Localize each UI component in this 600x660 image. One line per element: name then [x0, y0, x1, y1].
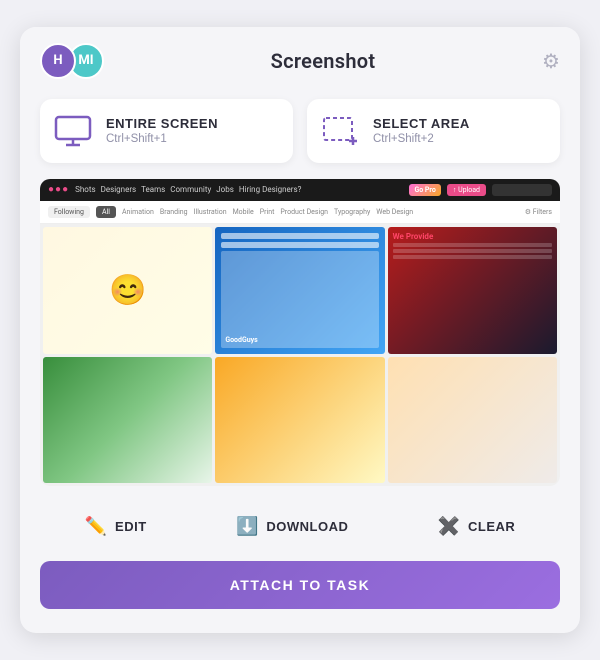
dribbble-gopro-badge: Go Pro: [409, 184, 440, 196]
capture-options: ENTIRE SCREEN Ctrl+Shift+1 SELECT AREA C…: [20, 91, 580, 179]
entire-screen-label-wrap: ENTIRE SCREEN Ctrl+Shift+1: [106, 116, 218, 145]
download-button[interactable]: ⬇️ DOWNLOAD: [226, 510, 358, 543]
dribbble-tab-illustration: Illustration: [194, 208, 227, 216]
dribbble-logo: ●●●: [48, 184, 69, 195]
select-area-label-wrap: SELECT AREA Ctrl+Shift+2: [373, 116, 470, 145]
dribbble-nav-hiring: Hiring Designers?: [239, 185, 302, 194]
dribbble-tab-typography: Typography: [334, 208, 370, 216]
dribbble-cell-4: [43, 357, 212, 484]
select-area-shortcut: Ctrl+Shift+2: [373, 133, 470, 145]
dribbble-search: [492, 184, 552, 196]
dribbble-nav-shots: Shots: [75, 185, 95, 194]
goodguys-label: GoodGuys: [225, 336, 257, 344]
edit-button[interactable]: ✏️ EDIT: [75, 510, 157, 543]
dribbble-nav-community: Community: [170, 185, 211, 194]
dribbble-tab-branding: Branding: [160, 208, 188, 216]
screenshot-preview: ●●● Shots Designers Teams Community Jobs…: [40, 179, 560, 487]
entire-screen-label: ENTIRE SCREEN: [106, 116, 218, 131]
dribbble-navbar: ●●● Shots Designers Teams Community Jobs…: [40, 179, 560, 201]
dribbble-grid: 😊 GoodGuys We Provide: [40, 224, 560, 487]
action-bar: ✏️ EDIT ⬇️ DOWNLOAD ✖️ CLEAR: [20, 500, 580, 557]
clear-button[interactable]: ✖️ CLEAR: [428, 510, 526, 543]
dribbble-nav-right: Go Pro ↑ Upload: [409, 184, 552, 196]
entire-screen-button[interactable]: ENTIRE SCREEN Ctrl+Shift+1: [40, 99, 293, 163]
dribbble-cell-2: GoodGuys: [215, 227, 384, 354]
preview-area: ●●● Shots Designers Teams Community Jobs…: [40, 179, 560, 487]
dribbble-tab-animation: Animation: [122, 208, 154, 216]
avatar-group: H MI: [40, 43, 104, 79]
select-area-icon: [321, 115, 359, 147]
download-label: DOWNLOAD: [266, 519, 348, 534]
screenshot-card: H MI Screenshot ⚙ ENTIRE SCREEN Ctrl+Shi…: [20, 27, 580, 634]
dribbble-nav-links: Shots Designers Teams Community Jobs Hir…: [75, 185, 301, 194]
dribbble-nav-teams: Teams: [141, 185, 165, 194]
dribbble-cell-3: We Provide: [388, 227, 557, 354]
dribbble-tab-print: Print: [260, 208, 275, 216]
download-icon: ⬇️: [236, 516, 258, 537]
smiley-emoji: 😊: [109, 273, 146, 308]
header: H MI Screenshot ⚙: [20, 27, 580, 91]
dribbble-tab-all: All: [96, 206, 116, 218]
dribbble-tab-product: Product Design: [280, 208, 328, 216]
page-title: Screenshot: [271, 49, 376, 73]
dribbble-upload-btn: ↑ Upload: [447, 184, 486, 196]
entire-screen-shortcut: Ctrl+Shift+1: [106, 133, 218, 145]
edit-icon: ✏️: [85, 516, 107, 537]
dribbble-cell-1: 😊: [43, 227, 212, 354]
dribbble-nav-jobs: Jobs: [216, 185, 234, 194]
select-area-label: SELECT AREA: [373, 116, 470, 131]
dribbble-nav-designers: Designers: [101, 185, 137, 194]
dribbble-cell-5: [215, 357, 384, 484]
cell-3-title: We Provide: [393, 232, 552, 241]
select-area-button[interactable]: SELECT AREA Ctrl+Shift+2: [307, 99, 560, 163]
attach-to-task-button[interactable]: ATTACH TO TASK: [40, 561, 560, 609]
avatar-h: H: [40, 43, 76, 79]
dribbble-cell-6: [388, 357, 557, 484]
dribbble-tab-mobile: Mobile: [233, 208, 254, 216]
clear-label: CLEAR: [468, 519, 515, 534]
dribbble-tab-web: Web Design: [376, 208, 413, 216]
monitor-icon: [54, 115, 92, 147]
edit-label: EDIT: [115, 519, 147, 534]
clear-icon: ✖️: [438, 516, 460, 537]
dribbble-filters: ⚙ Filters: [525, 208, 552, 216]
dribbble-tabs: Following All Animation Branding Illustr…: [40, 201, 560, 224]
gear-icon[interactable]: ⚙: [542, 49, 560, 73]
dribbble-tab-following: Following: [48, 206, 90, 218]
